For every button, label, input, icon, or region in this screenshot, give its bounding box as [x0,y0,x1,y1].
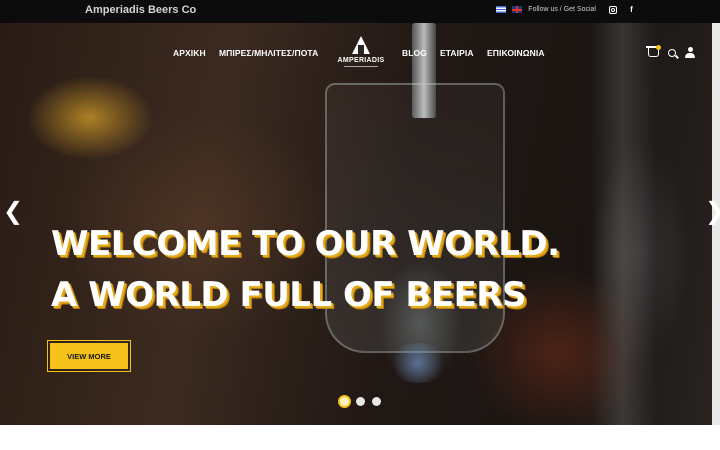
logo-text: AMPERIADIS [337,57,385,64]
view-more-label: VIEW MORE [50,343,128,369]
main-navigation: ΑΡΧΙΚΗ ΜΠΙΡΕΣ/ΜΗΛΙΤΕΣ/ΠΟΤΑ AMPERIADIS BL… [0,23,720,83]
slide-dot-1[interactable] [340,397,349,406]
logo-mark [352,36,370,54]
follow-text: Follow us / Get Social [528,6,596,13]
slide-dot-2[interactable] [356,397,365,406]
facebook-icon[interactable]: f [627,5,636,14]
greek-flag-icon[interactable] [496,6,507,13]
english-flag-icon[interactable] [512,6,523,13]
nav-item-home[interactable]: ΑΡΧΙΚΗ [173,48,206,58]
hero-headline-line1: WELCOME TO OUR WORLD. [51,224,560,264]
brand-name[interactable]: Amperiadis Beers Co [85,4,196,16]
site-logo[interactable]: AMPERIADIS [336,36,386,72]
slide-dot-3[interactable] [372,397,381,406]
view-more-button[interactable]: VIEW MORE [47,340,131,372]
instagram-icon[interactable] [608,5,617,14]
nav-item-beers[interactable]: ΜΠΙΡΕΣ/ΜΗΛΙΤΕΣ/ΠΟΤΑ [219,48,318,58]
user-icon[interactable] [685,47,695,58]
nav-item-blog[interactable]: BLOG [402,48,427,58]
hero-background-tap [590,23,700,425]
logo-underline [344,66,378,67]
hero-background-light [388,343,448,383]
top-bar-right: Follow us / Get Social f [496,5,636,14]
search-icon[interactable] [668,48,676,57]
next-slide-arrow-icon[interactable]: ❯ [705,199,720,223]
prev-slide-arrow-icon[interactable]: ❮ [3,199,23,223]
nav-item-company[interactable]: ΕΤΑΙΡΙΑ [440,48,474,58]
hero-headline-line2: A WORLD FULL OF BEERS [51,275,526,315]
slider-pagination [340,397,381,406]
nav-icons [646,46,695,58]
nav-item-contact[interactable]: ΕΠΙΚΟΙΝΩΝΙΑ [487,48,545,58]
cart-badge [656,45,661,50]
top-bar: Amperiadis Beers Co Follow us / Get Soci… [0,0,720,23]
